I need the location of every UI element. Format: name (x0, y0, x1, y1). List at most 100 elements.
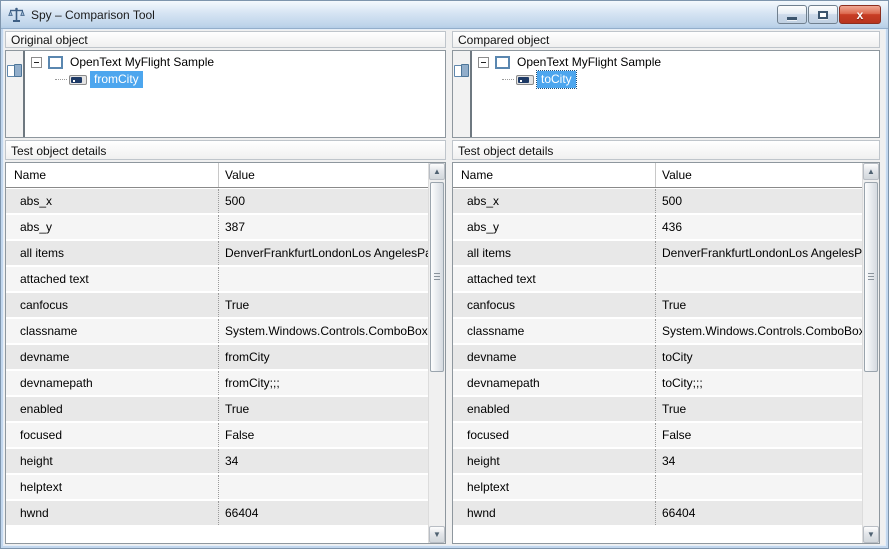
original-tree-panel: OpenText MyFlight Sample fromCity (5, 50, 446, 138)
tree-node-fromcity[interactable]: fromCity (25, 71, 445, 88)
table-row[interactable]: devname fromCity (6, 345, 428, 369)
compare-pages-icon (7, 64, 22, 78)
table-row[interactable]: hwnd 66404 (6, 501, 428, 525)
property-value-cell: DenverFrankfurtLondonLos AngelesPar... (655, 241, 862, 265)
compared-table-scrollbar[interactable]: ▲ ▼ (862, 163, 879, 543)
close-button[interactable]: x (839, 5, 881, 24)
minimize-button[interactable] (777, 5, 807, 24)
table-row[interactable]: helptext (453, 475, 862, 499)
scroll-up-icon[interactable]: ▲ (429, 163, 445, 180)
table-row[interactable]: abs_y 387 (6, 215, 428, 239)
tree-connector (55, 79, 67, 80)
column-header-name[interactable]: Name (6, 168, 218, 182)
window-controls: x (777, 5, 881, 24)
tree-root-label: OpenText MyFlight Sample (66, 54, 218, 71)
compared-column: Compared object OpenText MyFlight Sample (452, 29, 880, 546)
table-row[interactable]: devname toCity (453, 345, 862, 369)
property-name-cell: enabled (6, 397, 218, 421)
table-row[interactable]: abs_y 436 (453, 215, 862, 239)
compared-tree: OpenText MyFlight Sample toCity (472, 51, 879, 137)
close-icon: x (857, 9, 864, 21)
compared-tree-gutter (453, 51, 472, 137)
property-value-cell: System.Windows.Controls.ComboBox (655, 319, 862, 343)
property-name-cell: devnamepath (453, 371, 655, 395)
property-name-cell: abs_y (453, 215, 655, 239)
table-row[interactable]: all items DenverFrankfurtLondonLos Angel… (6, 241, 428, 265)
tree-node-tocity[interactable]: toCity (472, 71, 879, 88)
scroll-down-icon[interactable]: ▼ (429, 526, 445, 543)
column-header-value[interactable]: Value (218, 163, 428, 187)
property-value-cell: 387 (218, 215, 428, 239)
table-row[interactable]: canfocus True (6, 293, 428, 317)
scrollbar-thumb[interactable] (430, 182, 444, 372)
property-name-cell: devname (6, 345, 218, 369)
column-header-name[interactable]: Name (453, 168, 655, 182)
compare-pages-icon (454, 64, 469, 78)
table-row[interactable]: attached text (6, 267, 428, 291)
table-header-row: Name Value (453, 163, 862, 188)
table-row[interactable]: focused False (6, 423, 428, 447)
table-row[interactable]: abs_x 500 (6, 189, 428, 213)
tree-node-root[interactable]: OpenText MyFlight Sample (25, 54, 445, 71)
property-value-cell: False (218, 423, 428, 447)
property-value-cell: toCity (655, 345, 862, 369)
table-row[interactable]: height 34 (453, 449, 862, 473)
property-name-cell: hwnd (6, 501, 218, 525)
property-value-cell (218, 267, 428, 291)
original-details-table: Name Value abs_x 500 abs_y 387 all items… (5, 162, 446, 544)
table-row[interactable]: classname System.Windows.Controls.ComboB… (6, 319, 428, 343)
client-area: Original object OpenText MyFlight Sample (3, 29, 886, 546)
scroll-down-icon[interactable]: ▼ (863, 526, 879, 543)
compared-details-header: Test object details (452, 140, 880, 160)
compared-tree-panel: OpenText MyFlight Sample toCity (452, 50, 880, 138)
tree-node-root[interactable]: OpenText MyFlight Sample (472, 54, 879, 71)
property-name-cell: attached text (6, 267, 218, 291)
scrollbar-thumb[interactable] (864, 182, 878, 372)
thumb-grip-icon (434, 273, 440, 281)
tree-connector (502, 79, 514, 80)
table-row[interactable]: focused False (453, 423, 862, 447)
tree-child-label: fromCity (90, 71, 143, 88)
collapse-icon[interactable] (31, 57, 42, 68)
property-value-cell: 436 (655, 215, 862, 239)
property-name-cell: helptext (6, 475, 218, 499)
property-value-cell: 500 (218, 189, 428, 213)
table-row[interactable]: height 34 (6, 449, 428, 473)
table-row[interactable]: devnamepath fromCity;;; (6, 371, 428, 395)
table-row[interactable]: hwnd 66404 (453, 501, 862, 525)
table-row[interactable]: enabled True (453, 397, 862, 421)
property-value-cell: False (655, 423, 862, 447)
titlebar[interactable]: Spy – Comparison Tool (1, 1, 888, 29)
thumb-grip-icon (868, 273, 874, 281)
property-name-cell: devnamepath (6, 371, 218, 395)
tree-root-label: OpenText MyFlight Sample (513, 54, 665, 71)
property-value-cell: True (655, 293, 862, 317)
property-name-cell: height (453, 449, 655, 473)
collapse-icon[interactable] (478, 57, 489, 68)
compared-object-header: Compared object (452, 31, 880, 48)
property-value-cell: 500 (655, 189, 862, 213)
property-name-cell: abs_y (6, 215, 218, 239)
property-value-cell: 34 (218, 449, 428, 473)
table-row[interactable]: all items DenverFrankfurtLondonLos Angel… (453, 241, 862, 265)
table-row[interactable]: devnamepath toCity;;; (453, 371, 862, 395)
property-value-cell: True (218, 293, 428, 317)
original-table-scrollbar[interactable]: ▲ ▼ (428, 163, 445, 543)
table-row[interactable]: attached text (453, 267, 862, 291)
table-row[interactable]: helptext (6, 475, 428, 499)
scroll-up-icon[interactable]: ▲ (863, 163, 879, 180)
property-value-cell: 66404 (218, 501, 428, 525)
window-node-icon (48, 56, 63, 69)
original-tree: OpenText MyFlight Sample fromCity (25, 51, 445, 137)
column-header-value[interactable]: Value (655, 163, 862, 187)
maximize-button[interactable] (808, 5, 838, 24)
property-value-cell: 34 (655, 449, 862, 473)
table-row[interactable]: abs_x 500 (453, 189, 862, 213)
table-row[interactable]: enabled True (6, 397, 428, 421)
table-row[interactable]: canfocus True (453, 293, 862, 317)
table-row[interactable]: classname System.Windows.Controls.ComboB… (453, 319, 862, 343)
property-value-cell: 66404 (655, 501, 862, 525)
property-value-cell: DenverFrankfurtLondonLos AngelesParis... (218, 241, 428, 265)
property-name-cell: canfocus (6, 293, 218, 317)
property-name-cell: all items (6, 241, 218, 265)
